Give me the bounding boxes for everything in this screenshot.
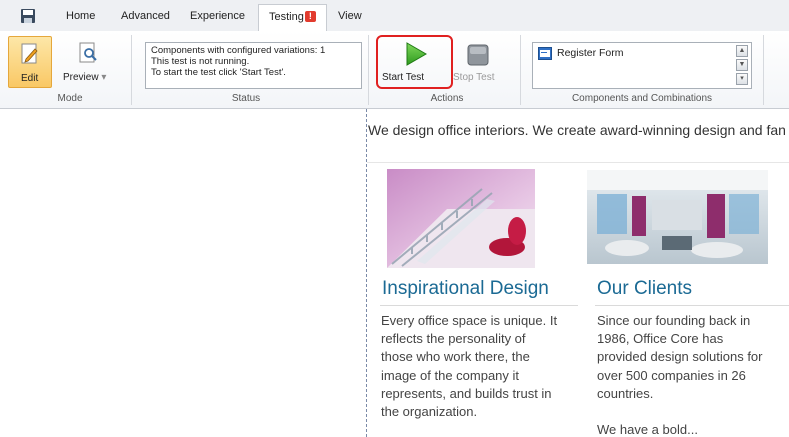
form-icon xyxy=(538,47,552,60)
group-separator xyxy=(520,35,521,105)
inspirational-design-image xyxy=(387,169,535,268)
text-line: Every office space is unique. It xyxy=(381,313,558,328)
scroll-down-icon[interactable]: ▼ xyxy=(736,59,748,71)
start-test-button[interactable]: Start Test xyxy=(376,35,453,89)
placeholder-border xyxy=(366,109,367,437)
group-separator xyxy=(763,35,764,105)
preview-icon xyxy=(79,42,97,63)
edit-button[interactable]: Edit xyxy=(8,36,52,88)
column-text: Since our founding back in 1986, Office … xyxy=(597,312,789,437)
preview-button-label: Preview ▾ xyxy=(63,72,107,83)
preview-button[interactable]: Preview ▾ xyxy=(60,36,116,88)
staircase-photo xyxy=(387,169,535,268)
intro-text: We design office interiors. We create aw… xyxy=(368,122,786,138)
status-box: Components with configured variations: 1… xyxy=(145,42,362,89)
scroll-up-icon[interactable]: ▲ xyxy=(736,45,748,57)
our-clients-image xyxy=(587,170,768,264)
expand-icon[interactable]: ▾ xyxy=(736,73,748,85)
tab-testing-label: Testing xyxy=(269,11,304,23)
tab-testing[interactable]: Testing! xyxy=(258,4,327,32)
tab-home[interactable]: Home xyxy=(66,10,95,22)
text-line: the organization. xyxy=(381,404,478,420)
column-heading: Inspirational Design xyxy=(382,278,549,299)
divider xyxy=(380,305,578,306)
divider xyxy=(367,162,789,163)
tab-advanced[interactable]: Advanced xyxy=(121,10,170,22)
notification-badge: ! xyxy=(304,11,316,22)
actions-group-label: Actions xyxy=(430,93,464,104)
text-line: over 500 companies in 26 xyxy=(597,367,746,383)
edit-button-label: Edit xyxy=(21,73,39,84)
tab-view[interactable]: View xyxy=(338,10,362,22)
stop-icon xyxy=(467,44,489,66)
save-icon[interactable] xyxy=(20,8,36,24)
text-line: 1986, Office Core has xyxy=(597,331,724,347)
play-icon xyxy=(406,42,427,66)
status-line: To start the test click 'Start Test'. xyxy=(151,67,286,78)
status-line: This test is not running. xyxy=(151,56,250,67)
stop-test-label: Stop Test xyxy=(453,72,495,83)
text-line: We have a bold... xyxy=(597,422,698,437)
text-line xyxy=(597,403,789,421)
status-group-label: Status xyxy=(231,93,261,104)
components-list[interactable]: Register Form ▲ ▼ ▾ xyxy=(532,42,752,89)
group-separator xyxy=(368,35,369,105)
office-photo xyxy=(587,170,768,264)
left-pane xyxy=(0,109,366,437)
mode-group-label: Mode xyxy=(57,93,83,104)
group-separator xyxy=(131,35,132,105)
column-heading: Our Clients xyxy=(597,278,693,299)
scrollbar[interactable]: ▲ ▼ ▾ xyxy=(736,45,749,86)
components-group-label: Components and Combinations xyxy=(571,93,713,104)
stop-test-button[interactable]: Stop Test xyxy=(453,36,505,88)
text-line: provided design solutions for xyxy=(597,349,763,365)
text-line: Since our founding back in xyxy=(597,313,751,328)
tab-experience[interactable]: Experience xyxy=(190,10,245,22)
status-line: Components with configured variations: 1 xyxy=(151,45,326,56)
text-line: reflects the personality of xyxy=(381,331,526,347)
text-line: image of the company it xyxy=(381,367,520,383)
column-text: Every office space is unique. It reflect… xyxy=(381,312,557,421)
divider xyxy=(595,305,789,306)
text-line: those who work there, the xyxy=(381,349,530,365)
ribbon-tab-bar: Home Advanced Experience Testing! View xyxy=(0,0,789,32)
text-line: represents, and builds trust in xyxy=(381,385,552,401)
edit-icon xyxy=(21,43,38,64)
ribbon: Edit Preview ▾ Mode Components with conf… xyxy=(0,31,789,109)
list-item-label: Register Form xyxy=(557,47,624,59)
text-line: countries. xyxy=(597,385,654,401)
start-test-label: Start Test xyxy=(382,72,425,83)
